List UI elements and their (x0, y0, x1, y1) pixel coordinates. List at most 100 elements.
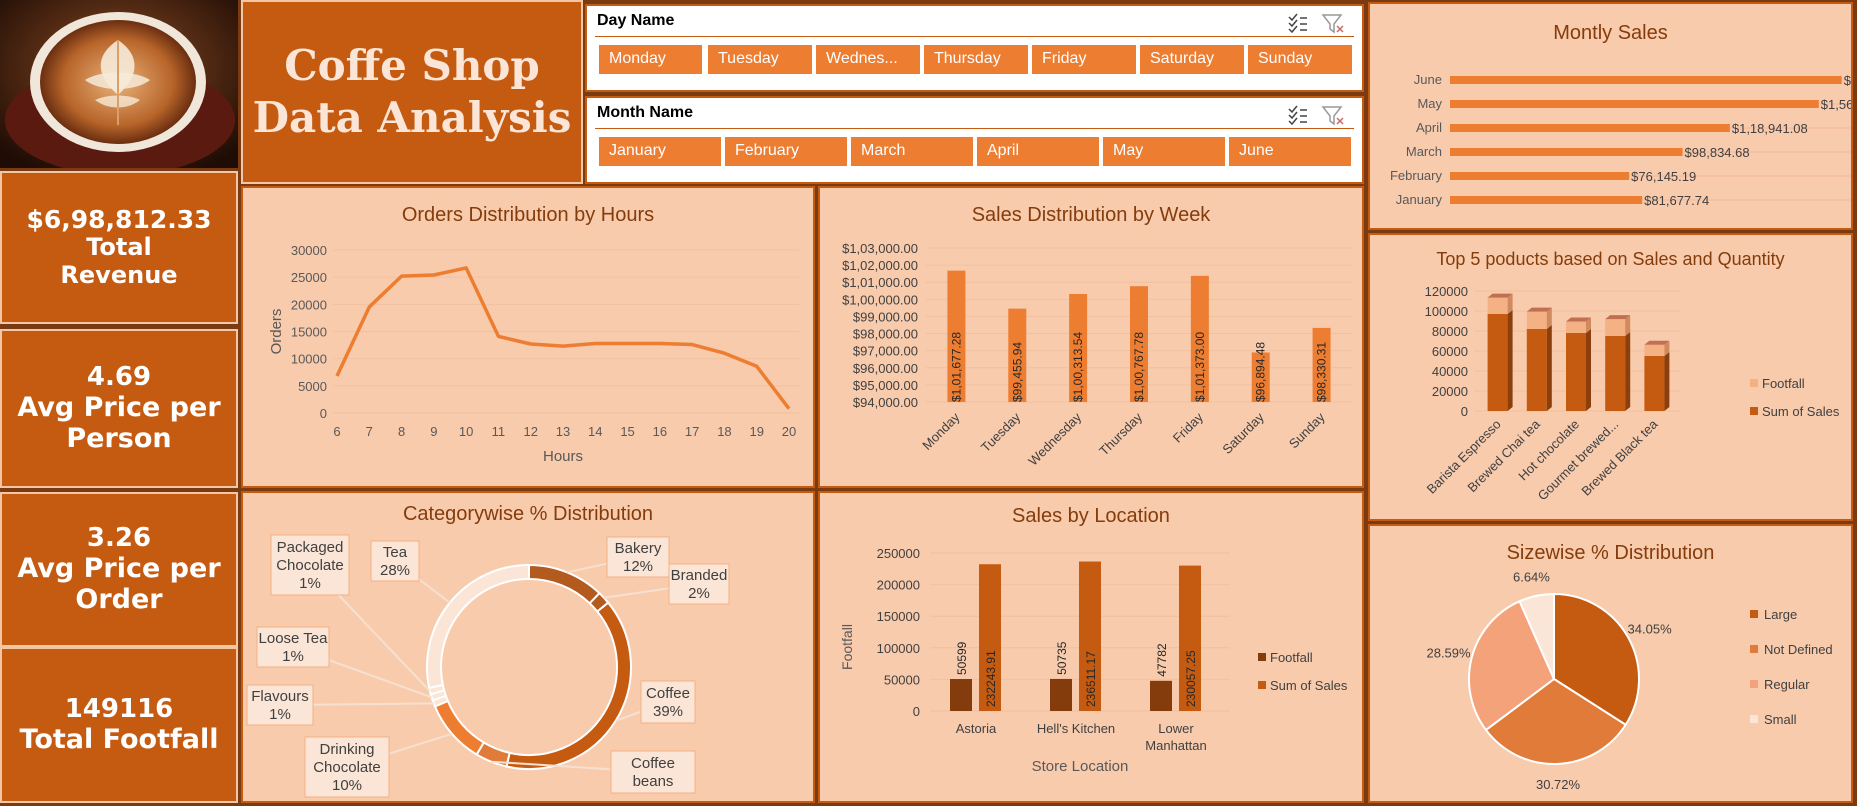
month-tick-label: June (1414, 72, 1442, 87)
slicer-item-sunday[interactable]: Sunday (1248, 45, 1352, 74)
footfall-bar (1526, 311, 1547, 329)
sales-bar (1487, 314, 1508, 411)
callout-text: Coffee (631, 755, 675, 772)
legend-label: Sum of Sales (1762, 404, 1840, 419)
multi-select-icon[interactable] (1288, 13, 1307, 34)
sales-data-label: 236511.17 (1084, 651, 1098, 707)
sales-bar-side (1625, 332, 1631, 411)
slicer-item-wednesday[interactable]: Wednes... (816, 45, 920, 74)
legend-swatch (1750, 610, 1758, 618)
x-tick-label: Sunday (1286, 409, 1328, 451)
sales-bar (1644, 356, 1665, 411)
callout-text: Chocolate (276, 557, 344, 574)
sales-by-week-panel: Sales Distribution by Week $94,000.00 $95… (818, 186, 1364, 488)
y-tick-label: 100000 (877, 641, 920, 656)
y-tick-label: 150000 (877, 609, 920, 624)
legend-swatch (1750, 715, 1758, 723)
clear-filter-icon[interactable] (1321, 14, 1344, 34)
callout-text: 1% (299, 575, 321, 592)
month-slicer-title: Month Name (597, 104, 693, 121)
size-distribution-panel: Sizewise % Distribution 34.05% 30.72% 28.5… (1368, 524, 1853, 803)
y-tick-label: $1,02,000.00 (842, 258, 918, 273)
slicer-item-saturday[interactable]: Saturday (1140, 45, 1244, 74)
kpi-label: Total Revenue (60, 233, 178, 289)
slicer-item-thursday[interactable]: Thursday (924, 45, 1028, 74)
y-tick-label: 0 (913, 704, 920, 719)
week-data-label: $1,01,677.28 (949, 332, 963, 402)
legend-swatch-sales (1258, 681, 1266, 689)
slicer-item-monday[interactable]: Monday (599, 45, 702, 74)
legend-label: Not Defined (1764, 642, 1833, 657)
sales-bar (1605, 336, 1626, 411)
clear-filter-icon[interactable] (1321, 106, 1344, 126)
category-distribution-panel: Categorywise % Distribution Bakery 12% Bra… (241, 491, 815, 803)
y-tick-label: 30000 (291, 243, 327, 258)
x-tick-label: Saturday (1219, 409, 1267, 457)
x-tick-label: Monday (919, 409, 963, 453)
size-data-label: 6.64% (1513, 569, 1550, 584)
kpi-label: Total Footfall (19, 724, 219, 756)
y-tick-label: 40000 (1432, 364, 1468, 379)
top5-products-panel: Top 5 poducts based on Sales and Quantit… (1368, 233, 1853, 521)
kpi-avg-price-person: 4.69 Avg Price per Person (0, 329, 238, 488)
slicer-item-january[interactable]: January (599, 137, 721, 166)
week-data-label: $96,894.48 (1254, 342, 1268, 402)
callout-text: 1% (269, 706, 291, 723)
callout-text: Coffee (646, 685, 690, 702)
day-slicer: Day Name Monday Tuesday Wednes... Thursd… (585, 4, 1364, 92)
slicer-item-june[interactable]: June (1229, 137, 1351, 166)
slicer-item-february[interactable]: February (725, 137, 847, 166)
coffee-cup-illustration (0, 0, 238, 168)
month-bar (1450, 76, 1842, 84)
y-tick-label: $99,000.00 (853, 309, 918, 324)
sales-bar-side (1546, 325, 1552, 411)
slicer-item-may[interactable]: May (1103, 137, 1225, 166)
x-tick-label: 17 (685, 424, 699, 439)
sales-data-label: 232243.91 (984, 650, 998, 707)
slicer-item-march[interactable]: March (851, 137, 973, 166)
y-tick-label: 120000 (1425, 284, 1468, 299)
x-tick-label: 19 (749, 424, 763, 439)
month-tick-label: April (1416, 120, 1442, 135)
week-data-label: $1,00,313.54 (1071, 332, 1085, 402)
legend-swatch (1750, 645, 1758, 653)
callout-text: Bakery (615, 540, 662, 557)
y-tick-label: $1,00,000.00 (842, 292, 918, 307)
slicer-divider (595, 36, 1354, 37)
x-tick-label: 10 (459, 424, 473, 439)
slicer-item-friday[interactable]: Friday (1032, 45, 1136, 74)
y-axis-title: Footfall (839, 624, 855, 670)
category-slice (528, 563, 601, 605)
size-data-label: 28.59% (1426, 645, 1471, 660)
y-tick-label: 0 (320, 406, 327, 421)
sales-bar-side (1586, 329, 1591, 411)
x-tick-label: 7 (366, 424, 373, 439)
footfall-data-label: 50735 (1055, 641, 1069, 675)
callout-text: Packaged (277, 539, 344, 556)
x-tick-label: 12 (523, 424, 537, 439)
y-tick-label: $98,000.00 (853, 327, 918, 342)
y-tick-label: 25000 (291, 270, 327, 285)
category-slice (426, 563, 530, 690)
callout-text: Chocolate (313, 759, 381, 776)
week-data-label: $1,01,373.00 (1193, 332, 1207, 402)
y-tick-label: 100000 (1425, 304, 1468, 319)
x-tick-label: 18 (717, 424, 731, 439)
legend-label: Large (1764, 607, 1797, 622)
slicer-item-tuesday[interactable]: Tuesday (708, 45, 812, 74)
category-slice (505, 601, 632, 770)
size-data-label: 34.05% (1628, 622, 1673, 637)
dashboard-title-line2: Data Analysis (252, 93, 572, 142)
kpi-value: 3.26 (86, 522, 152, 553)
size-data-label: 30.72% (1536, 777, 1581, 792)
month-data-label: $98,834.68 (1685, 145, 1750, 160)
orders-by-hours-chart: 0 5000 10000 15000 20000 25000 30000 6 7 8 9 10 11 12… (268, 243, 799, 465)
legend-label: Footfall (1762, 376, 1805, 391)
sales-by-location-panel: Sales by Location 0 50000 100000 150000 2000… (818, 491, 1364, 803)
multi-select-icon[interactable] (1288, 105, 1307, 126)
y-tick-label: $1,03,000.00 (842, 241, 918, 256)
y-tick-label: 20000 (1432, 384, 1468, 399)
y-tick-label: $1,01,000.00 (842, 275, 918, 290)
slicer-item-april[interactable]: April (977, 137, 1099, 166)
y-tick-label: 15000 (291, 325, 327, 340)
